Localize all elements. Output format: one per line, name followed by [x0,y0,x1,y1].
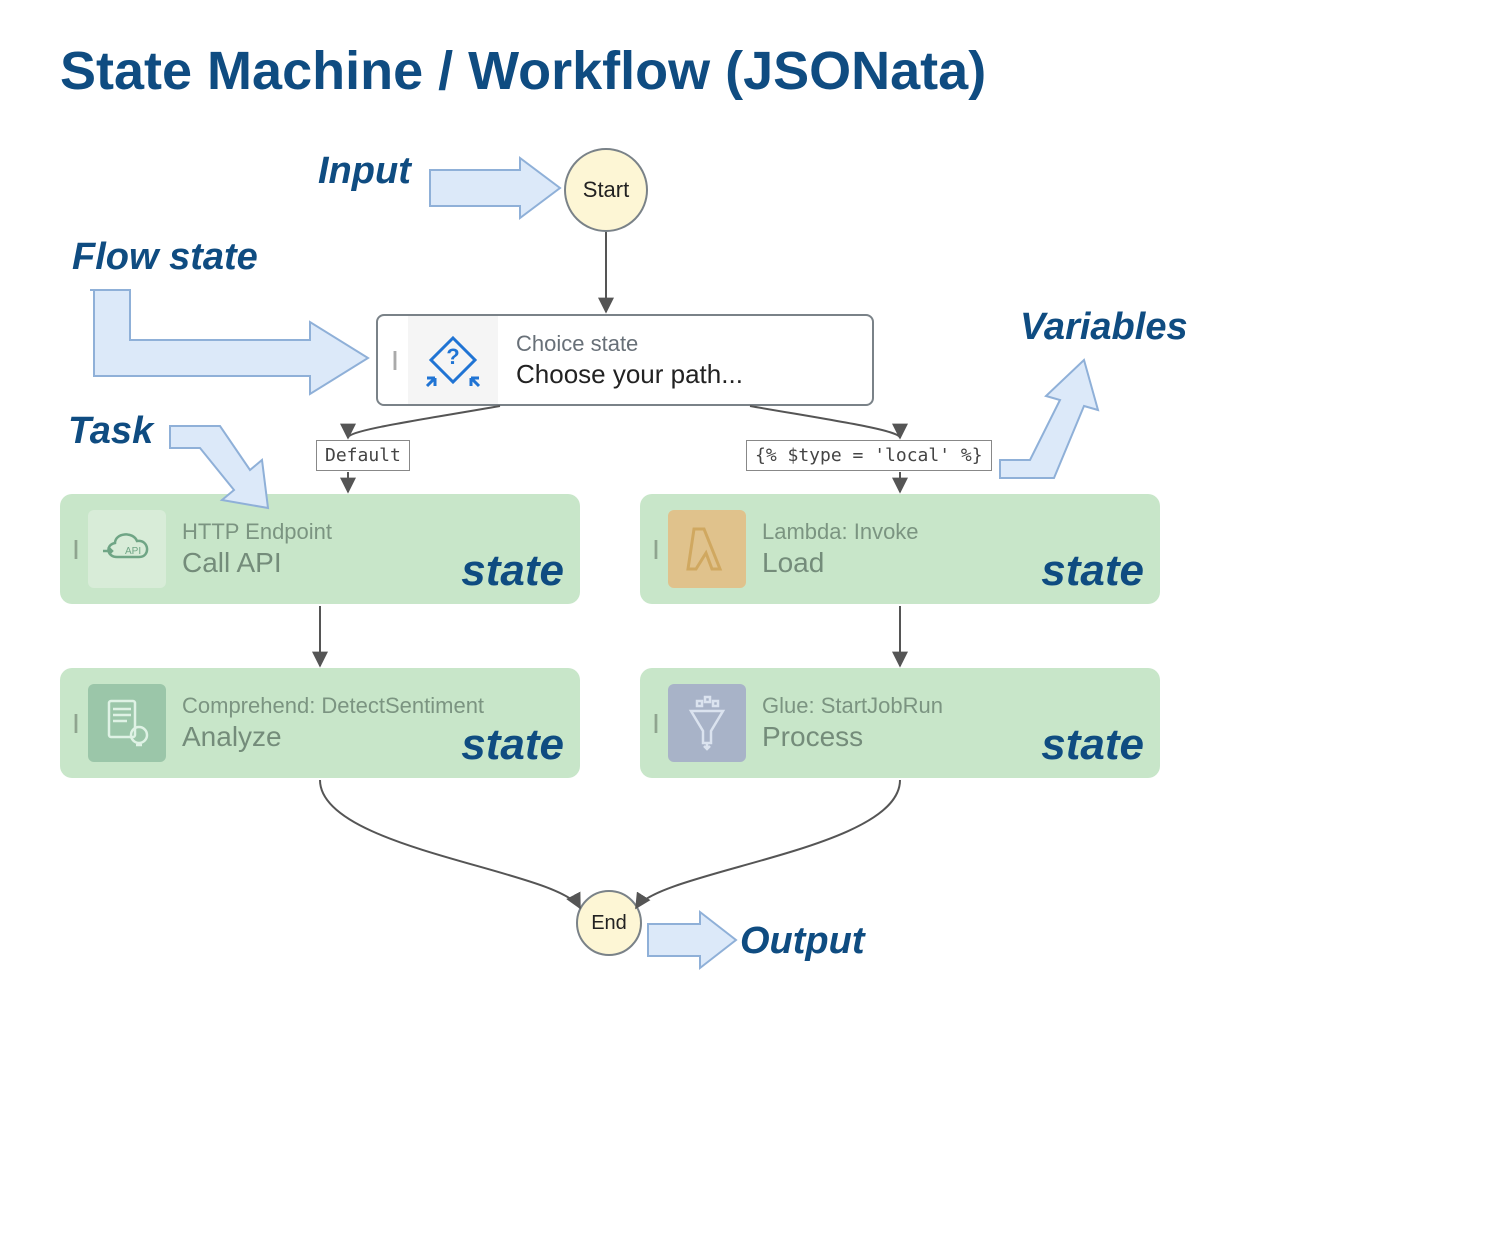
state-tag: state [461,546,564,596]
label-input: Input [318,150,411,193]
label-task: Task [68,410,153,453]
state-type: HTTP Endpoint [182,519,332,545]
state-card-glue: || Glue: StartJobRun Process state [640,668,1160,778]
drag-handle-icon: || [640,538,668,561]
page-title: State Machine / Workflow (JSONata) [60,40,986,102]
state-text: HTTP Endpoint Call API [182,519,332,579]
api-icon: API [88,510,166,588]
lambda-glyph-icon [684,521,730,577]
state-text: Lambda: Invoke Load [762,519,919,579]
label-flow-state: Flow state [72,236,258,279]
drag-handle-icon: || [378,349,408,372]
state-type: Comprehend: DetectSentiment [182,693,484,719]
arrow-variables [1000,360,1098,478]
state-tag: state [1041,546,1144,596]
end-node: End [576,890,642,956]
state-tag: state [461,720,564,770]
state-name: Load [762,547,919,579]
svg-text:API: API [125,546,141,557]
arrow-flow-state [90,290,368,394]
label-output: Output [740,920,865,963]
label-variables: Variables [1020,306,1188,349]
choice-type-label: Choice state [516,331,743,357]
state-text: Comprehend: DetectSentiment Analyze [182,693,484,753]
state-tag: state [1041,720,1144,770]
arrow-input [430,158,560,218]
state-name: Process [762,721,943,753]
state-name: Analyze [182,721,484,753]
choice-name-label: Choose your path... [516,359,743,390]
doc-bulb-icon [103,695,151,751]
state-card-comprehend: || Comprehend: DetectSentiment Analyze s… [60,668,580,778]
choice-icon: ? [423,330,483,390]
funnel-glyph-icon [683,695,731,751]
funnel-icon [668,684,746,762]
start-node: Start [564,148,648,232]
drag-handle-icon: || [60,538,88,561]
choice-icon-wrap: ? [408,316,498,404]
arrow-output [648,912,736,968]
state-card-http: || API HTTP Endpoint Call API state [60,494,580,604]
document-icon [88,684,166,762]
cloud-api-icon: API [99,527,155,571]
state-name: Call API [182,547,332,579]
connector-layer [0,0,1486,1238]
state-type: Lambda: Invoke [762,519,919,545]
state-card-lambda: || Lambda: Invoke Load state [640,494,1160,604]
lambda-icon [668,510,746,588]
choice-state-box: || ? Choice state Choose your path... [376,314,874,406]
choice-text: Choice state Choose your path... [498,331,743,390]
branch-label-default: Default [316,440,410,471]
branch-label-local: {% $type = 'local' %} [746,440,992,471]
state-type: Glue: StartJobRun [762,693,943,719]
drag-handle-icon: || [640,712,668,735]
diagram-canvas: State Machine / Workflow (JSONata) Input… [0,0,1486,1238]
drag-handle-icon: || [60,712,88,735]
state-text: Glue: StartJobRun Process [762,693,943,753]
svg-text:?: ? [446,344,459,369]
